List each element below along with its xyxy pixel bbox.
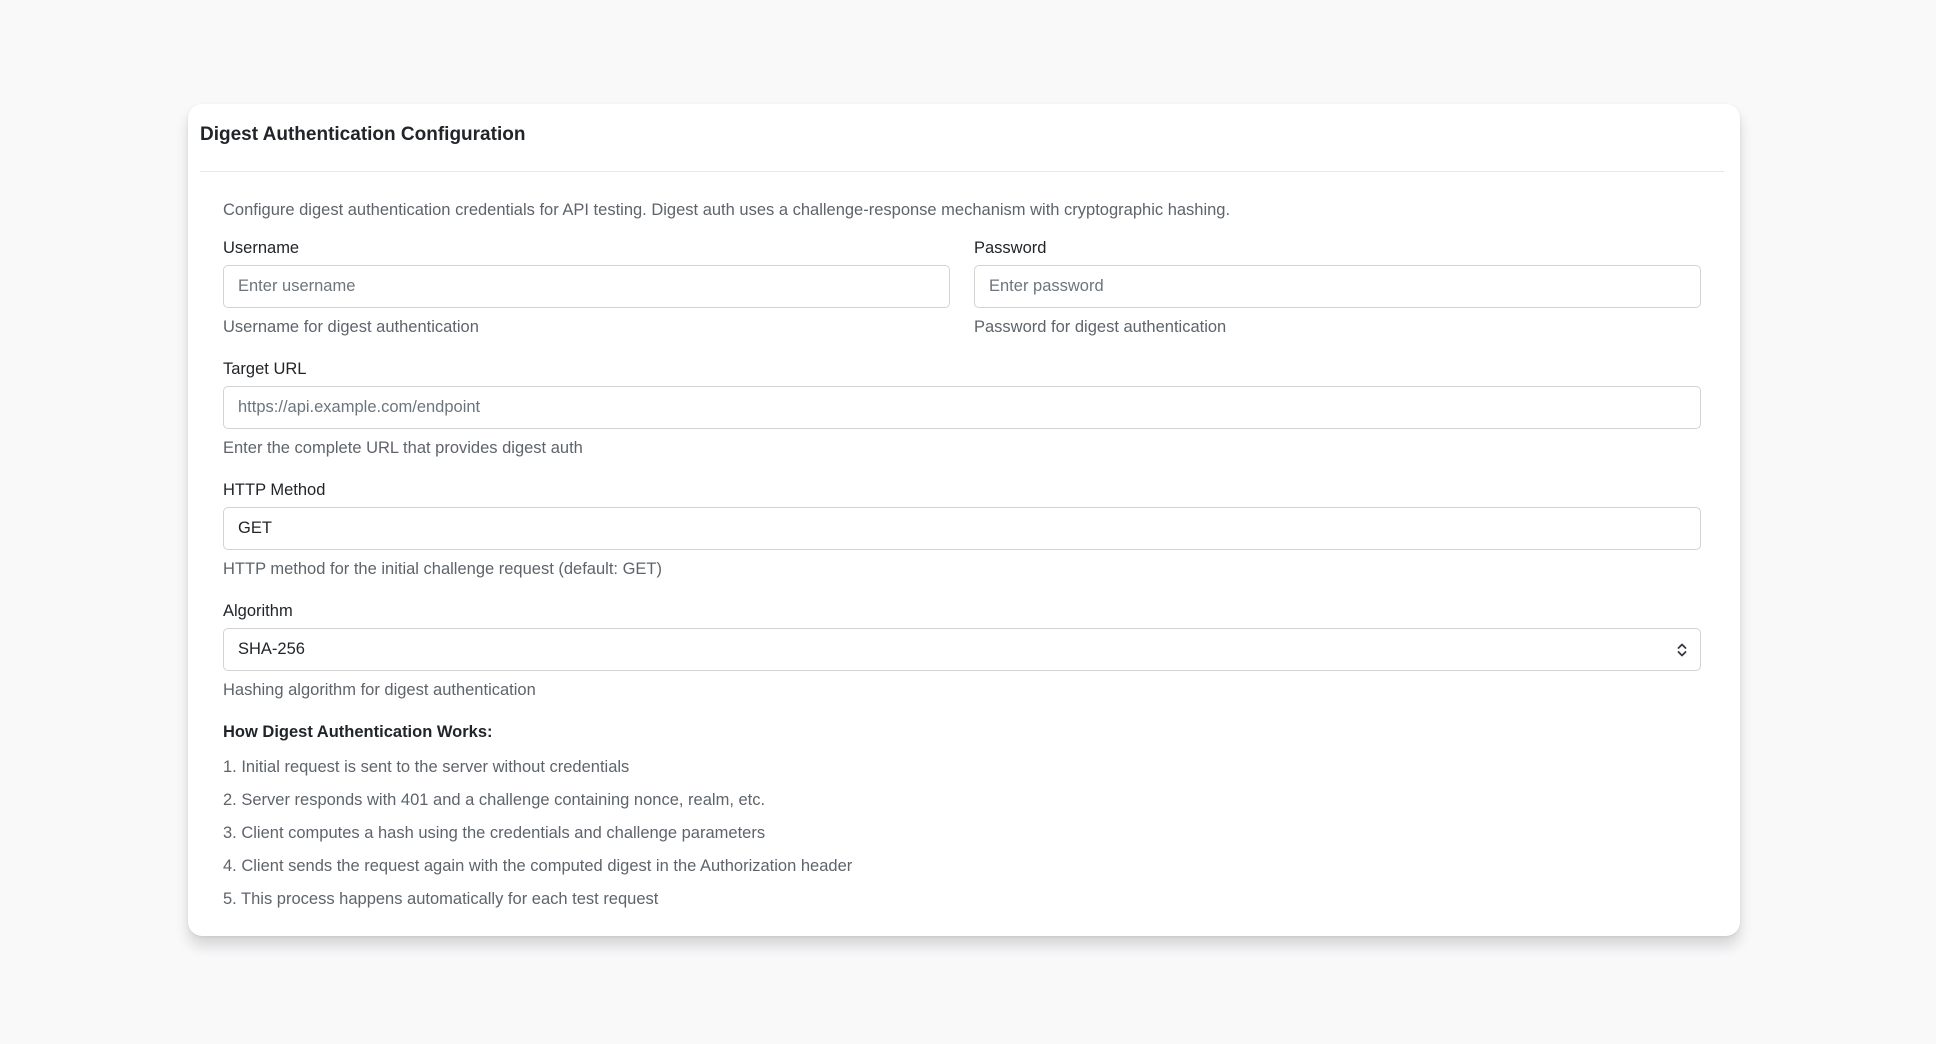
password-help: Password for digest authentication <box>974 318 1227 336</box>
list-item: 2. Server responds with 401 and a challe… <box>223 791 766 809</box>
how-it-works-title: How Digest Authentication Works: <box>223 723 493 741</box>
target-url-field-group: Target URL Enter the complete URL that p… <box>223 358 1701 459</box>
http-method-field-group: HTTP Method HTTP method for the initial … <box>223 479 1701 580</box>
card-body: Configure digest authentication credenti… <box>223 198 1701 916</box>
chevron-up-down-icon <box>1677 643 1687 656</box>
list-item: 4. Client sends the request again with t… <box>223 857 853 875</box>
username-label: Username <box>223 239 300 257</box>
algorithm-help: Hashing algorithm for digest authenticat… <box>223 681 536 699</box>
algorithm-label: Algorithm <box>223 602 293 620</box>
how-it-works-steps: 1. Initial request is sent to the server… <box>223 751 1701 916</box>
password-input[interactable] <box>974 265 1701 308</box>
target-url-label: Target URL <box>223 360 307 378</box>
list-item: 1. Initial request is sent to the server… <box>223 758 630 776</box>
username-help: Username for digest authentication <box>223 318 479 336</box>
target-url-input[interactable] <box>223 386 1701 429</box>
list-item: 5. This process happens automatically fo… <box>223 890 659 908</box>
http-method-help: HTTP method for the initial challenge re… <box>223 560 662 578</box>
http-method-label: HTTP Method <box>223 481 326 499</box>
password-field-group: Password Password for digest authenticat… <box>974 237 1701 338</box>
algorithm-select[interactable]: SHA-256 <box>223 628 1701 671</box>
intro-text: Configure digest authentication credenti… <box>223 201 1231 219</box>
algorithm-field-group: Algorithm SHA-256 Hashing algorithm for … <box>223 600 1701 701</box>
card-title: Digest Authentication Configuration <box>200 124 526 145</box>
list-item: 3. Client computes a hash using the cred… <box>223 824 766 842</box>
algorithm-selected-value: SHA-256 <box>238 640 305 658</box>
credentials-row: Username Username for digest authenticat… <box>223 237 1701 358</box>
header-divider <box>200 171 1724 172</box>
http-method-input[interactable] <box>223 507 1701 550</box>
password-label: Password <box>974 239 1047 257</box>
username-field-group: Username Username for digest authenticat… <box>223 237 950 338</box>
digest-auth-card: Digest Authentication Configuration Conf… <box>188 104 1740 936</box>
username-input[interactable] <box>223 265 950 308</box>
target-url-help: Enter the complete URL that provides dig… <box>223 439 583 457</box>
